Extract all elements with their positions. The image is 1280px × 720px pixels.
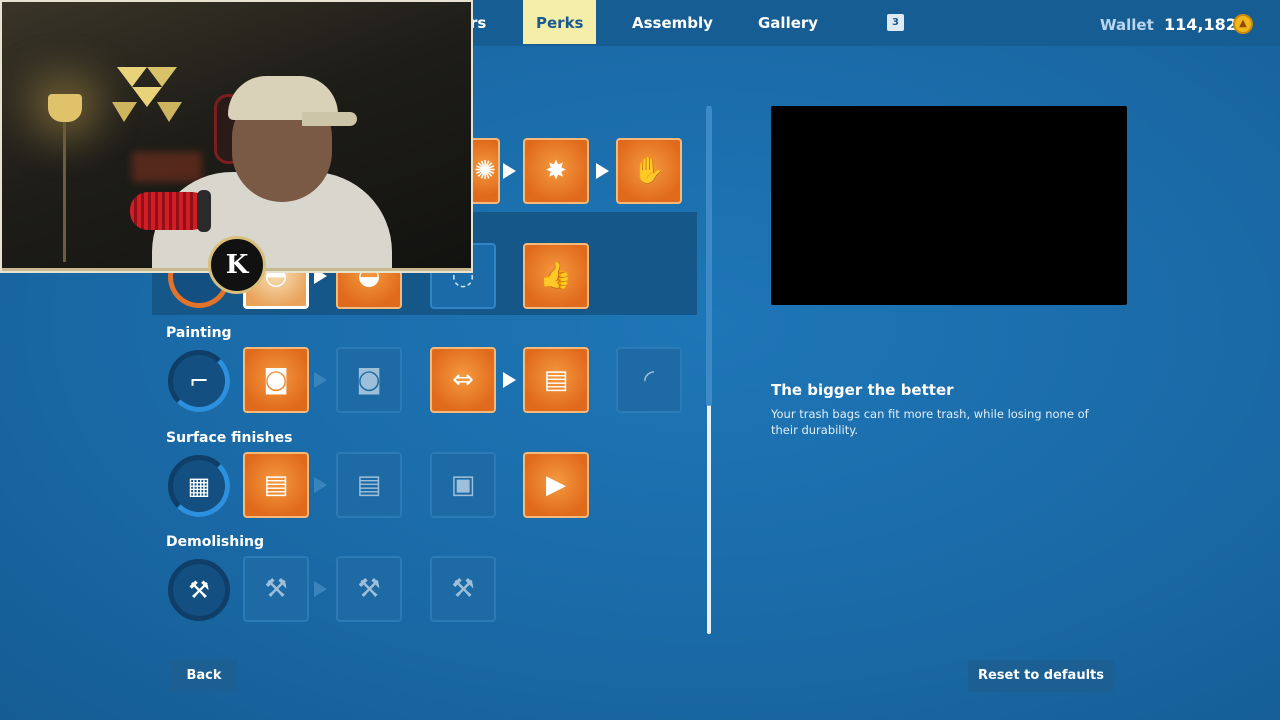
paint-bucket-icon: ◙ (263, 365, 289, 395)
lamp (48, 94, 82, 122)
thumbs-up-icon: 👍 (539, 261, 573, 291)
tab-assembly[interactable]: Assembly (632, 14, 713, 32)
perk-tile[interactable]: ▤ (243, 452, 309, 518)
roller-icon: ▤ (543, 365, 569, 395)
tile-stack-icon: ▤ (356, 470, 382, 500)
hammer-icon: ⚒ (188, 576, 210, 604)
perk-tile[interactable]: 👍 (523, 243, 589, 309)
tab-perks[interactable]: Perks (523, 0, 597, 44)
perk-preview-video (771, 106, 1127, 305)
reset-defaults-button[interactable]: Reset to defaults (968, 660, 1114, 692)
panel-arrow-icon: ▶ (546, 470, 566, 500)
perk-tile[interactable]: ✺ (470, 138, 500, 204)
perk-tile[interactable]: ⇔ (430, 347, 496, 413)
perks-scrollbar[interactable] (706, 106, 712, 634)
arrow-icon (314, 372, 327, 388)
channel-logo: K (208, 236, 266, 294)
section-title-surface-finishes: Surface finishes (166, 430, 293, 446)
category-progress-painting: ⌐ (168, 350, 230, 412)
notification-badge[interactable]: 3 (887, 14, 904, 31)
perk-tile[interactable]: ▤ (523, 347, 589, 413)
perk-tile[interactable]: ✸ (523, 138, 589, 204)
arrow-icon (596, 163, 609, 179)
paint-roller-icon: ⌐ (188, 367, 210, 395)
arrow-icon (314, 477, 327, 493)
tab-gallery[interactable]: Gallery (758, 14, 818, 32)
coin-icon: ▲ (1233, 14, 1253, 34)
scrollbar-thumb[interactable] (706, 106, 712, 406)
wall-light-art (112, 67, 182, 122)
category-progress-surface: ▦ (168, 455, 230, 517)
floor-plan-icon: ▦ (187, 472, 211, 500)
section-title-painting: Painting (166, 325, 232, 341)
wide-roller-icon: ⇔ (452, 365, 474, 395)
spray-bottle-icon: ✋ (632, 156, 666, 186)
back-button[interactable]: Back (170, 660, 238, 692)
sledgehammer-icon: ⚒ (357, 574, 381, 604)
perk-tile[interactable]: ◙ (243, 347, 309, 413)
perk-tile-locked[interactable]: ⚒ (430, 556, 496, 622)
perk-tile-locked[interactable]: ▤ (336, 452, 402, 518)
arrow-icon (503, 372, 516, 388)
sledgehammer-icon: ⚒ (264, 574, 288, 604)
perk-description: Your trash bags can fit more trash, whil… (771, 407, 1089, 437)
pipe-icon: ◜ (643, 365, 655, 395)
webcam-overlay (0, 0, 473, 273)
perk-title: The bigger the better (771, 381, 954, 399)
perk-tile[interactable]: ▶ (523, 452, 589, 518)
perk-tile-locked[interactable]: ⚒ (243, 556, 309, 622)
perk-tile-locked[interactable]: ▣ (430, 452, 496, 518)
wallet-value: 114,182 (1164, 15, 1237, 34)
perk-tile-locked[interactable]: ◙ (336, 347, 402, 413)
tile-grid-icon: ▣ (450, 470, 476, 500)
sledgehammer-icon: ⚒ (451, 574, 475, 604)
target-icon: ✸ (545, 156, 567, 186)
arrow-icon (314, 581, 327, 597)
section-title-demolishing: Demolishing (166, 534, 265, 550)
burst-icon: ✺ (474, 156, 496, 186)
wallet-label: Wallet (1100, 16, 1154, 34)
paint-bucket-icon: ◙ (356, 365, 382, 395)
arrow-icon (503, 163, 516, 179)
tile-stack-icon: ▤ (263, 470, 289, 500)
perk-tile[interactable]: ✋ (616, 138, 682, 204)
perk-tile-locked[interactable]: ◜ (616, 347, 682, 413)
perk-tile-locked[interactable]: ⚒ (336, 556, 402, 622)
category-progress-demolishing: ⚒ (168, 559, 230, 621)
